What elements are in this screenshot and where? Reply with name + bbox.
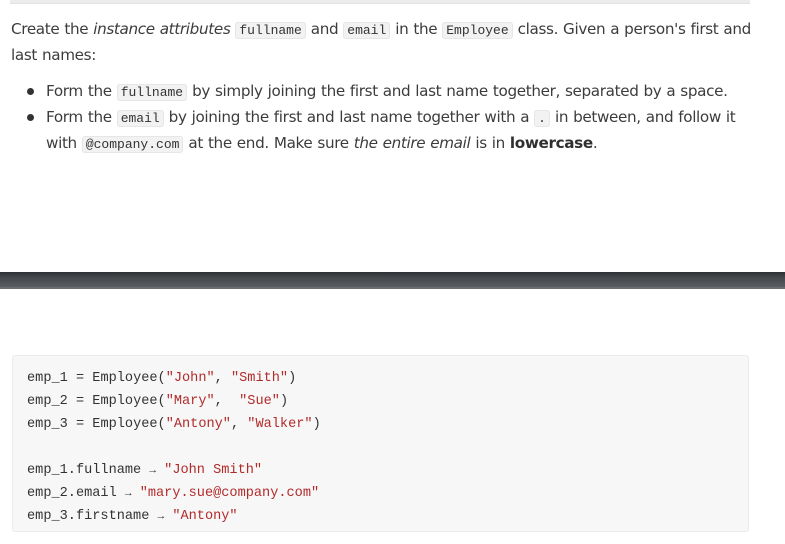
inline-code-email: email: [343, 22, 391, 39]
code-string: "mary.sue@company.com": [139, 486, 320, 501]
rule-text: Form the: [46, 82, 117, 100]
rule-strong: lowercase: [509, 134, 593, 152]
code-call: Employee(: [92, 394, 166, 409]
code-string: "Antony": [172, 509, 238, 524]
code-expression: emp_1.fullname: [27, 463, 142, 478]
code-call: Employee(: [92, 417, 166, 432]
code-string: "John": [165, 371, 215, 386]
inline-code-fullname: fullname: [235, 22, 306, 39]
arrow-right-icon: →: [157, 511, 165, 523]
code-line: emp_2.email → "mary.sue@company.com": [27, 482, 321, 505]
challenge-description: Create the instance attributes fullname …: [11, 17, 756, 157]
code-line: emp_3.firstname → "Antony": [27, 505, 321, 528]
code-line: emp_3 = Employee("Antony", "Walker"): [27, 413, 321, 436]
code-string: "Mary": [165, 394, 215, 409]
code-expression: emp_3.firstname: [27, 509, 150, 524]
code-separator: ,: [214, 394, 240, 409]
inline-code-employee: Employee: [442, 22, 513, 39]
code-line: emp_1 = Employee("John", "Smith"): [27, 367, 321, 390]
code-line: emp_1.fullname → "John Smith": [27, 459, 321, 482]
rule-text: at the end. Make sure: [183, 134, 354, 152]
panel-divider[interactable]: [0, 272, 785, 289]
code-paren: ): [279, 394, 289, 409]
code-variable: emp_1: [27, 371, 68, 386]
code-call: Employee(: [92, 371, 166, 386]
inline-code-email: email: [116, 110, 164, 127]
rule-item: Form the fullname by simply joining the …: [27, 79, 756, 105]
rule-text: Form the: [46, 108, 117, 126]
inline-code-dot: .: [534, 110, 550, 127]
rule-text: .: [592, 134, 598, 152]
code-operator: =: [67, 417, 93, 432]
code-operator: =: [67, 371, 93, 386]
bullet-icon: [27, 114, 34, 121]
code-separator: ,: [230, 417, 248, 432]
rule-text: by simply joining the first and last nam…: [187, 82, 728, 100]
intro-paragraph: Create the instance attributes fullname …: [11, 17, 756, 67]
code-variable: emp_3: [27, 417, 68, 432]
code-variable: emp_2: [27, 394, 68, 409]
bullet-icon: [27, 88, 34, 95]
code-operator: =: [67, 394, 93, 409]
code-line: emp_2 = Employee("Mary", "Sue"): [27, 390, 321, 413]
previous-block-edge: [10, 0, 750, 4]
code-paren: ): [312, 417, 321, 432]
arrow-right-icon: →: [124, 488, 132, 500]
rules-list: Form the fullname by simply joining the …: [11, 79, 756, 157]
example-code-block: emp_1 = Employee("John", "Smith") emp_2 =…: [12, 355, 749, 532]
code-string: "Sue": [239, 394, 280, 409]
rule-item: Form the email by joining the first and …: [27, 105, 756, 157]
intro-text: in the: [390, 20, 443, 38]
code-expression: emp_2.email: [27, 486, 117, 501]
inline-code-domain: @company.com: [81, 136, 184, 153]
rule-text: by joining the first and last name toget…: [163, 108, 535, 126]
intro-emphasis: instance attributes: [93, 20, 231, 38]
inline-code-fullname: fullname: [116, 84, 188, 101]
code-string: "Antony": [165, 417, 231, 432]
example-code: emp_1 = Employee("John", "Smith") emp_2 =…: [27, 367, 321, 528]
code-paren: ): [288, 371, 297, 386]
arrow-right-icon: →: [149, 465, 156, 477]
rule-text: is in: [470, 134, 510, 152]
code-separator: ,: [214, 371, 231, 386]
code-string: "Walker": [247, 417, 313, 432]
rule-emphasis: the entire email: [353, 134, 471, 152]
intro-text: Create the: [11, 20, 94, 38]
intro-text: and: [305, 20, 344, 38]
code-string: "John Smith": [164, 463, 263, 478]
code-string: "Smith": [230, 371, 289, 386]
